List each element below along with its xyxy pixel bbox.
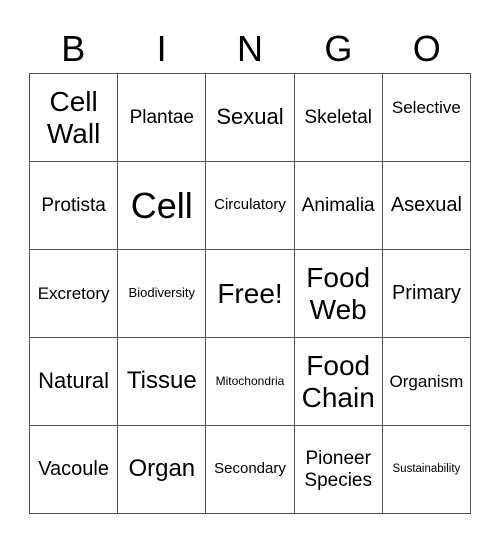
free-space[interactable]: Free! — [206, 250, 295, 338]
bingo-cell[interactable]: Vacoule — [30, 426, 119, 514]
bingo-cell[interactable]: Mitochondria — [206, 338, 295, 426]
header-letter-b: B — [61, 28, 86, 69]
bingo-cell[interactable]: Secondary — [206, 426, 295, 514]
bingo-cell[interactable]: Cell — [118, 162, 207, 250]
bingo-cell[interactable]: Organism — [382, 338, 471, 426]
bingo-cell[interactable]: Organ — [118, 426, 207, 514]
bingo-cell[interactable]: Protista — [30, 162, 119, 250]
bingo-cell[interactable]: Plantae — [118, 74, 207, 162]
bingo-cell[interactable]: Animalia — [294, 162, 383, 250]
bingo-cell[interactable]: Asexual — [382, 162, 471, 250]
bingo-cell[interactable]: Sustainability — [382, 426, 471, 514]
bingo-cell[interactable]: Natural — [30, 338, 119, 426]
bingo-board: Cell Wall Plantae Sexual Skeletal Select… — [29, 73, 471, 514]
header-letter-i: I — [156, 28, 167, 69]
header-letter-n: N — [236, 28, 263, 69]
bingo-cell[interactable]: Cell Wall — [30, 74, 119, 162]
bingo-header: B I N G O — [29, 26, 471, 72]
bingo-cell[interactable]: Food Chain — [294, 338, 383, 426]
header-letter-o: O — [412, 28, 441, 69]
bingo-cell[interactable]: Selective — [382, 74, 471, 162]
bingo-cell[interactable]: Excretory — [30, 250, 119, 338]
bingo-cell[interactable]: Pioneer Species — [294, 426, 383, 514]
bingo-cell[interactable]: Biodiversity — [118, 250, 207, 338]
bingo-cell[interactable]: Food Web — [294, 250, 383, 338]
bingo-cell[interactable]: Skeletal — [294, 74, 383, 162]
header-letter-g: G — [324, 28, 353, 69]
bingo-cell[interactable]: Sexual — [206, 74, 295, 162]
bingo-cell[interactable]: Primary — [382, 250, 471, 338]
bingo-cell[interactable]: Circulatory — [206, 162, 295, 250]
bingo-cell[interactable]: Tissue — [118, 338, 207, 426]
